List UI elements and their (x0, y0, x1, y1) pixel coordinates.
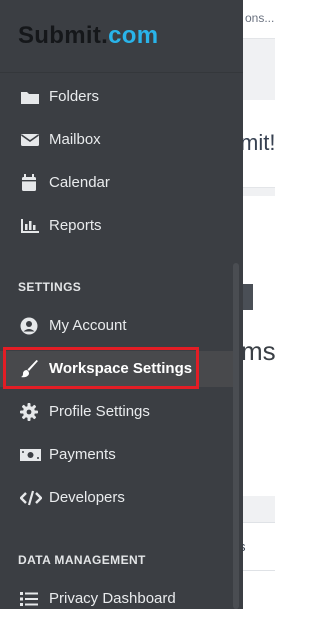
section-title-settings: SETTINGS (18, 280, 82, 294)
user-circle-icon (20, 317, 40, 335)
sidebar-item-mailbox[interactable]: Mailbox (0, 122, 236, 158)
sidebar-item-label: My Account (49, 317, 127, 334)
bar-chart-icon (20, 217, 40, 235)
sidebar-item-label: Folders (49, 88, 100, 105)
background-row-text: s (243, 539, 246, 554)
background-panel-icon (243, 284, 253, 310)
sidebar: Submit.com Folders Mailbox Calendar Repo… (0, 0, 243, 609)
sidebar-item-calendar[interactable]: Calendar (0, 165, 236, 201)
sidebar-item-label: Calendar (49, 174, 110, 191)
sidebar-item-my-account[interactable]: My Account (0, 308, 236, 344)
background-card-text: mit! (243, 130, 275, 155)
folder-icon (20, 88, 40, 106)
background-row-2 (243, 570, 275, 609)
envelope-icon (20, 131, 40, 149)
code-icon (20, 489, 42, 507)
sidebar-item-privacy-dashboard[interactable]: Privacy Dashboard (0, 581, 236, 617)
logo-tld: com (108, 22, 159, 49)
sidebar-scrollbar[interactable] (233, 263, 239, 609)
logo-area: Submit.com (0, 0, 243, 72)
background-panel: ms (243, 196, 275, 496)
sidebar-item-label: Profile Settings (49, 403, 150, 420)
sidebar-item-label: Payments (49, 446, 116, 463)
sidebar-item-label: Privacy Dashboard (49, 590, 176, 607)
background-row: s (243, 523, 275, 569)
background-card: mit! (243, 100, 275, 188)
gear-icon (20, 403, 40, 421)
logo[interactable]: Submit.com (18, 22, 158, 50)
sidebar-item-label: Mailbox (49, 131, 101, 148)
logo-brand: Submit (18, 22, 102, 49)
sidebar-item-profile-settings[interactable]: Profile Settings (0, 394, 236, 430)
background-topbar-text: ons... (245, 11, 275, 25)
sidebar-item-reports[interactable]: Reports (0, 208, 236, 244)
sidebar-item-payments[interactable]: Payments (0, 437, 236, 473)
sidebar-item-developers[interactable]: Developers (0, 480, 236, 516)
sidebar-item-label: Reports (49, 217, 102, 234)
sidebar-item-folders[interactable]: Folders (0, 79, 236, 115)
list-icon (20, 590, 40, 608)
background-app: ons... mit! ms s (243, 0, 275, 609)
background-topbar: ons... (243, 0, 275, 39)
background-panel-text: ms (243, 336, 275, 366)
highlight-box (3, 347, 199, 389)
calendar-icon (20, 174, 40, 192)
sidebar-item-label: Developers (49, 489, 125, 506)
logo-divider (0, 72, 243, 73)
section-title-data-management: DATA MANAGEMENT (18, 553, 146, 567)
money-bill-icon (20, 446, 41, 464)
